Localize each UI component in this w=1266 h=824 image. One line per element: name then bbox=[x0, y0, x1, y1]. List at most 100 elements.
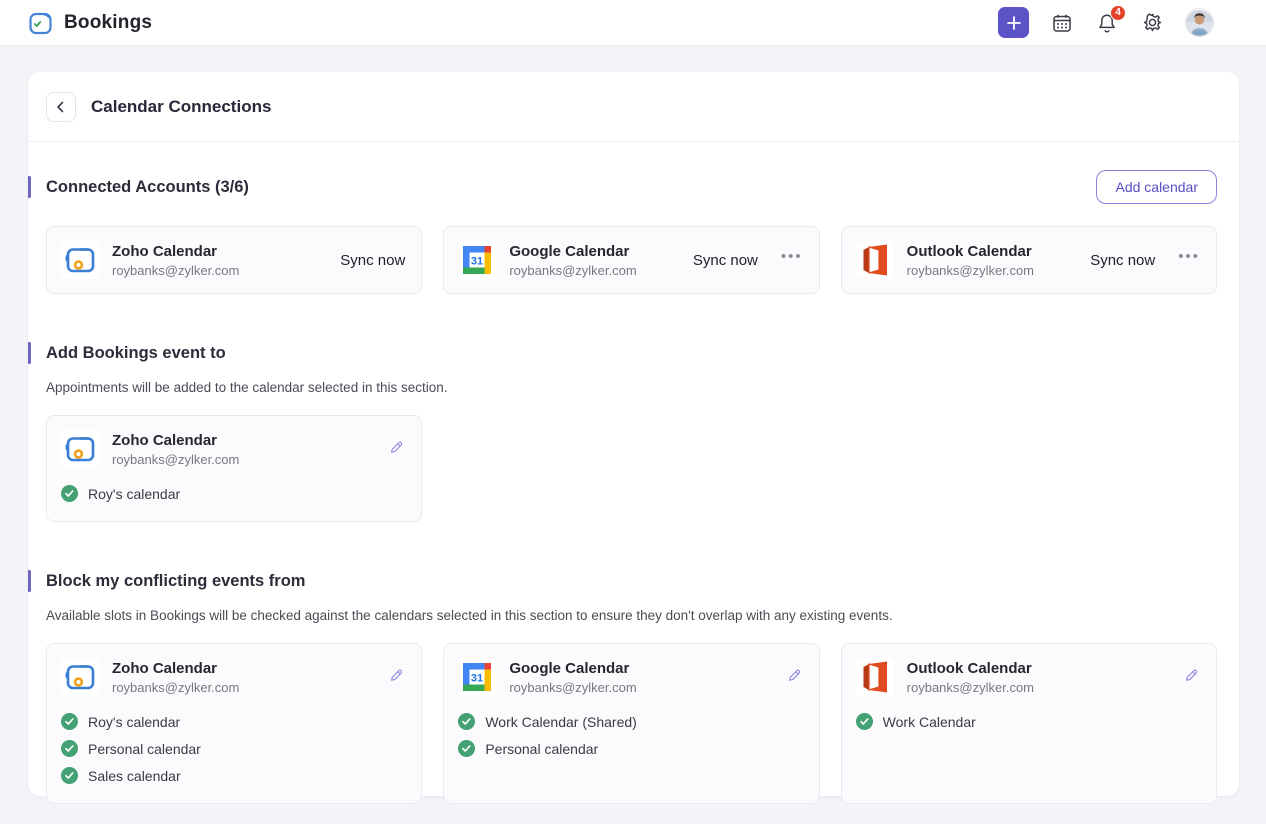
calendar-icon bbox=[1051, 12, 1073, 34]
account-email: roybanks@zylker.com bbox=[509, 263, 636, 278]
sync-now-button[interactable]: Sync now bbox=[1090, 252, 1155, 269]
account-email: roybanks@zylker.com bbox=[112, 263, 239, 278]
calendar-list-label: Sales calendar bbox=[88, 768, 181, 784]
block-events-cards: Zoho Calendar roybanks@zylker.com Roy's c… bbox=[46, 643, 1217, 804]
sync-now-button[interactable]: Sync now bbox=[693, 252, 758, 269]
svg-text:31: 31 bbox=[471, 673, 483, 685]
topbar-actions: 4 bbox=[998, 7, 1214, 38]
outlook-calendar-icon bbox=[856, 241, 894, 279]
calendar-list-label: Roy's calendar bbox=[88, 486, 180, 502]
check-circle-icon bbox=[61, 740, 78, 757]
zoho-calendar-icon bbox=[61, 241, 99, 279]
add-event-cards: Zoho Calendarroybanks@zylker.com Roy's c… bbox=[46, 415, 1217, 522]
calendar-list-label: Work Calendar (Shared) bbox=[485, 714, 636, 730]
calendar-list-label: Personal calendar bbox=[485, 741, 598, 757]
connected-account-card: Outlook Calendar roybanks@zylker.com Sync … bbox=[841, 226, 1217, 294]
notification-badge: 4 bbox=[1110, 5, 1126, 21]
calendar-list-item: Personal calendar bbox=[458, 735, 804, 762]
calendar-name: Outlook Calendar bbox=[907, 243, 1034, 260]
pencil-icon bbox=[388, 439, 404, 455]
add-event-calendar-card: Zoho Calendarroybanks@zylker.com Roy's c… bbox=[46, 415, 422, 522]
calendar-name: Zoho Calendar bbox=[112, 243, 239, 260]
back-button[interactable] bbox=[46, 92, 76, 122]
plus-icon bbox=[1006, 15, 1022, 31]
calendar-connections-panel: Calendar Connections Connected Accounts … bbox=[28, 72, 1239, 796]
edit-button[interactable] bbox=[783, 664, 805, 686]
add-event-header: Add Bookings event to bbox=[46, 336, 1217, 370]
page: Calendar Connections Connected Accounts … bbox=[0, 46, 1266, 796]
brand: Bookings bbox=[28, 10, 152, 36]
account-email: roybanks@zylker.com bbox=[907, 263, 1034, 278]
account-email: roybanks@zylker.com bbox=[112, 680, 239, 695]
account-email: roybanks@zylker.com bbox=[509, 680, 636, 695]
more-options-button[interactable]: ••• bbox=[1178, 252, 1200, 268]
app-title: Bookings bbox=[64, 12, 152, 34]
google-calendar-icon: 31 bbox=[458, 241, 496, 279]
check-circle-icon bbox=[61, 767, 78, 784]
block-events-calendar-card: 31 Google Calendar roybanks@zylker.com Wo… bbox=[443, 643, 819, 804]
calendar-card-header: Outlook Calendar roybanks@zylker.com bbox=[856, 658, 1202, 696]
notifications-button[interactable]: 4 bbox=[1095, 11, 1119, 35]
settings-button[interactable] bbox=[1140, 11, 1164, 35]
calendar-account-meta: Zoho Calendarroybanks@zylker.com bbox=[112, 432, 239, 467]
calendar-list-item: Roy's calendar bbox=[61, 480, 407, 507]
calendar-list: Roy's calendar bbox=[61, 480, 407, 507]
pencil-icon bbox=[786, 667, 802, 683]
zoho-calendar-icon bbox=[61, 430, 99, 468]
more-options-button[interactable]: ••• bbox=[781, 252, 803, 268]
sync-now-button[interactable]: Sync now bbox=[340, 252, 405, 269]
edit-button[interactable] bbox=[1180, 664, 1202, 686]
bookings-logo-icon bbox=[28, 10, 54, 36]
svg-text:31: 31 bbox=[471, 256, 483, 268]
edit-button[interactable] bbox=[385, 664, 407, 686]
calendar-list: Roy's calendar Personal calendar Sales c… bbox=[61, 708, 407, 789]
calendar-list-label: Roy's calendar bbox=[88, 714, 180, 730]
add-event-description: Appointments will be added to the calend… bbox=[46, 380, 1217, 395]
gear-icon bbox=[1142, 12, 1163, 33]
calendar-card-header: Zoho Calendar roybanks@zylker.com bbox=[61, 658, 407, 696]
check-circle-icon bbox=[61, 485, 78, 502]
calendar-name: Google Calendar bbox=[509, 243, 636, 260]
block-events-calendar-card: Outlook Calendar roybanks@zylker.com Work… bbox=[841, 643, 1217, 804]
top-bar: Bookings 4 bbox=[0, 0, 1266, 46]
account-email: roybanks@zylker.com bbox=[907, 680, 1034, 695]
calendar-name: Outlook Calendar bbox=[907, 660, 1034, 677]
check-circle-icon bbox=[458, 740, 475, 757]
calendar-list: Work Calendar (Shared) Personal calendar bbox=[458, 708, 804, 762]
calendar-card-header: 31 Google Calendar roybanks@zylker.com bbox=[458, 658, 804, 696]
calendar-name: Zoho Calendar bbox=[112, 660, 239, 677]
calendar-list-label: Work Calendar bbox=[883, 714, 976, 730]
connected-accounts-cards: Zoho Calendar roybanks@zylker.com Sync now… bbox=[46, 226, 1217, 294]
check-circle-icon bbox=[458, 713, 475, 730]
pencil-icon bbox=[1183, 667, 1199, 683]
calendar-nav-button[interactable] bbox=[1050, 11, 1074, 35]
edit-button[interactable] bbox=[385, 436, 407, 458]
calendar-card-header: Zoho Calendarroybanks@zylker.com bbox=[61, 430, 407, 468]
block-events-description: Available slots in Bookings will be chec… bbox=[46, 608, 1217, 623]
pencil-icon bbox=[388, 667, 404, 683]
calendar-name: Zoho Calendar bbox=[112, 432, 239, 449]
page-title: Calendar Connections bbox=[91, 97, 271, 117]
chevron-left-icon bbox=[54, 100, 68, 114]
calendar-list-item: Work Calendar bbox=[856, 708, 1202, 735]
calendar-list-label: Personal calendar bbox=[88, 741, 201, 757]
section-title-connected-accounts: Connected Accounts (3/6) bbox=[46, 170, 249, 204]
panel-body: Connected Accounts (3/6) Add calendar Zo… bbox=[28, 142, 1239, 824]
google-calendar-icon: 31 bbox=[458, 658, 496, 696]
calendar-name: Google Calendar bbox=[509, 660, 636, 677]
calendar-account-meta: Outlook Calendar roybanks@zylker.com bbox=[907, 243, 1034, 278]
calendar-account-meta: Zoho Calendar roybanks@zylker.com bbox=[112, 243, 239, 278]
section-title-add-bookings-event: Add Bookings event to bbox=[46, 336, 226, 370]
calendar-account-meta: Google Calendar roybanks@zylker.com bbox=[509, 243, 636, 278]
add-calendar-button[interactable]: Add calendar bbox=[1096, 170, 1217, 204]
connected-accounts-header: Connected Accounts (3/6) Add calendar bbox=[46, 170, 1217, 204]
calendar-list-item: Work Calendar (Shared) bbox=[458, 708, 804, 735]
outlook-calendar-icon bbox=[856, 658, 894, 696]
avatar[interactable] bbox=[1185, 8, 1214, 37]
check-circle-icon bbox=[61, 713, 78, 730]
section-title-block-conflicting: Block my conflicting events from bbox=[46, 564, 305, 598]
create-button[interactable] bbox=[998, 7, 1029, 38]
calendar-account-meta: Zoho Calendar roybanks@zylker.com bbox=[112, 660, 239, 695]
connected-account-card: Zoho Calendar roybanks@zylker.com Sync now bbox=[46, 226, 422, 294]
calendar-account-meta: Google Calendar roybanks@zylker.com bbox=[509, 660, 636, 695]
